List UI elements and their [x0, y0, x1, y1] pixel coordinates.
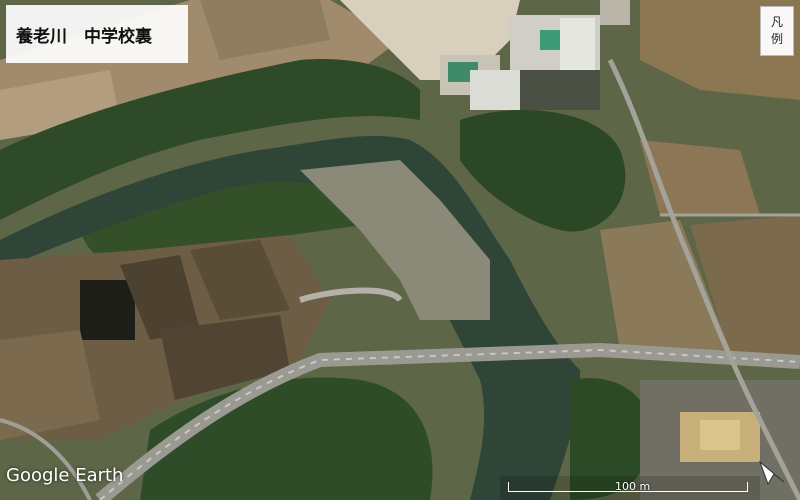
scale-label: 100 m — [615, 480, 651, 493]
legend-button[interactable]: 凡 例 — [760, 6, 794, 56]
aerial-map[interactable] — [0, 0, 800, 500]
google-earth-logo: Google Earth — [6, 465, 124, 486]
legend-label-line1: 凡 — [770, 15, 783, 29]
title-box: 養老川 中学校裏 — [6, 5, 188, 63]
map-title: 養老川 中学校裏 — [16, 26, 152, 47]
compass-arrow-icon[interactable] — [752, 452, 792, 492]
legend-label-line2: 例 — [770, 32, 783, 46]
